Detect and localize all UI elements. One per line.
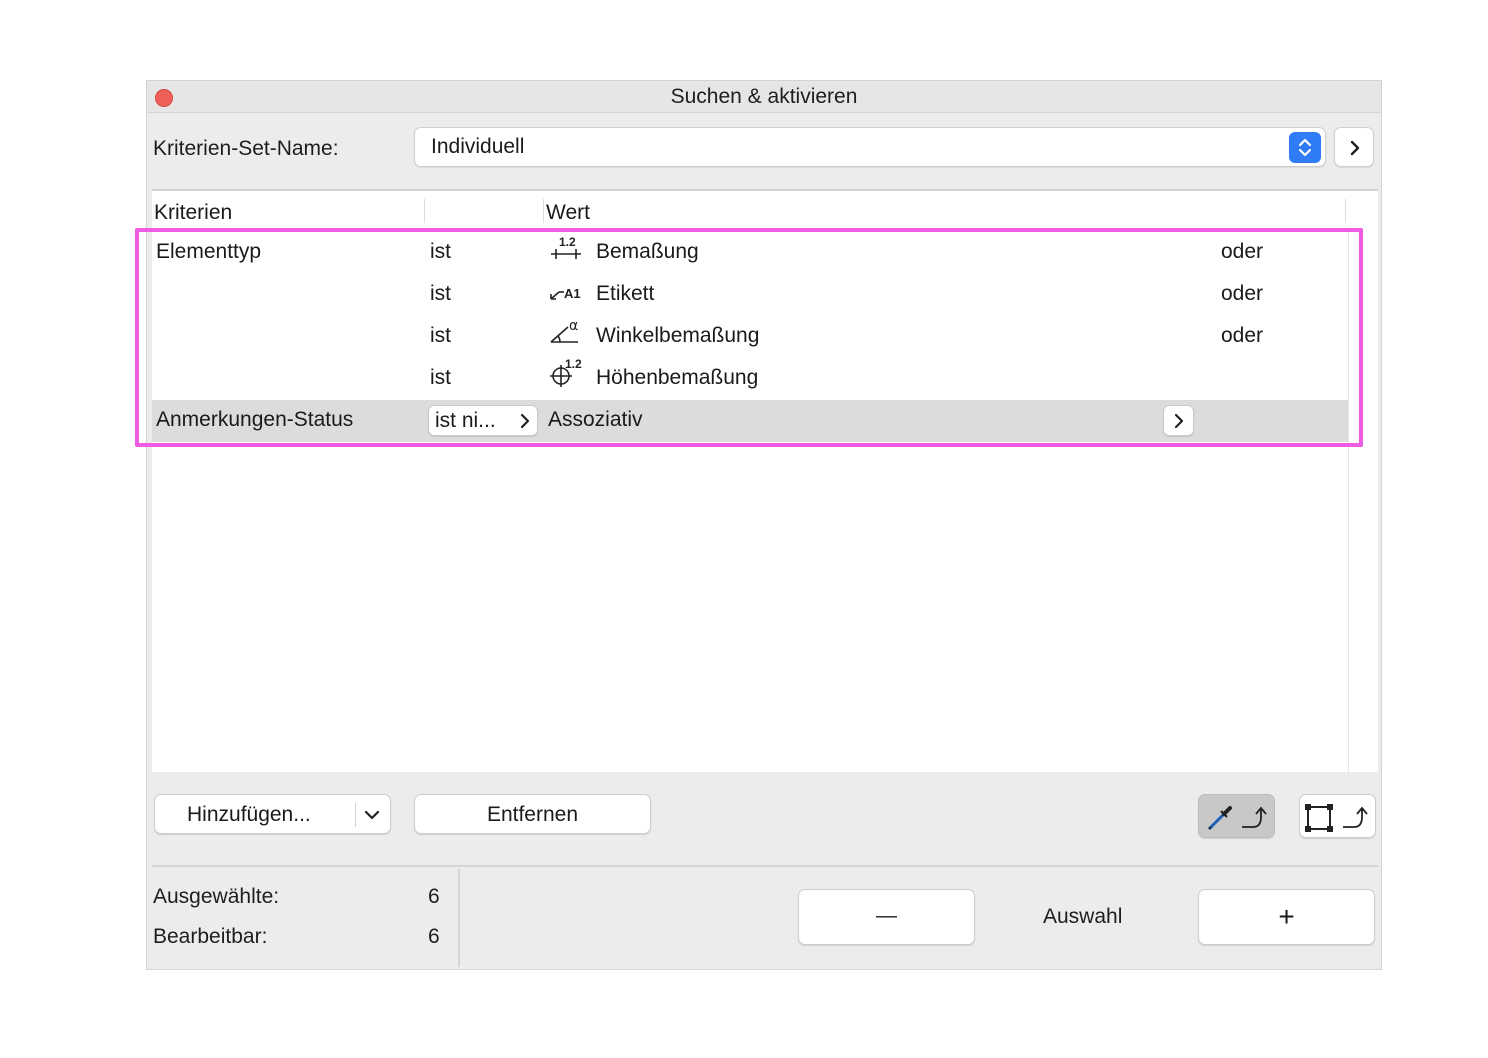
selection-label: Auswahl — [1043, 905, 1123, 928]
criteria-set-label: Kriterien-Set-Name: — [153, 137, 339, 160]
selected-count-value: 6 — [428, 885, 440, 908]
selected-count-label: Ausgewählte: — [153, 885, 280, 908]
editable-count-label: Bearbeitbar: — [153, 925, 268, 948]
criteria-set-menu-button[interactable] — [1334, 127, 1374, 167]
remove-button-label: Entfernen — [486, 803, 579, 826]
find-select-window: Suchen & aktivieren Kriterien-Set-Name: … — [146, 80, 1382, 970]
criteria-set-value: Individuell — [431, 135, 525, 158]
marquee-icon — [1305, 804, 1333, 832]
table-header: Kriterien Wert — [152, 191, 1378, 227]
chevron-right-icon — [1350, 140, 1360, 156]
stats-divider — [458, 869, 460, 967]
highlight-annotation — [135, 228, 1363, 447]
plus-icon: + — [1278, 901, 1295, 932]
curved-arrow-icon — [1242, 806, 1267, 828]
curved-arrow-icon — [1343, 806, 1368, 828]
split-divider — [355, 803, 356, 827]
chevron-down-icon[interactable] — [363, 808, 381, 822]
column-separator — [1345, 199, 1346, 223]
column-separator — [543, 199, 544, 223]
marquee-select-button[interactable] — [1299, 794, 1376, 838]
add-button-label: Hinzufügen... — [187, 803, 311, 826]
updown-chevron-icon[interactable] — [1289, 132, 1321, 163]
window-title: Suchen & aktivieren — [670, 85, 858, 108]
select-button[interactable]: + — [1198, 889, 1375, 945]
column-header-criteria[interactable]: Kriterien — [154, 201, 232, 225]
column-header-value[interactable]: Wert — [546, 201, 590, 225]
deselect-button[interactable]: — — [798, 889, 975, 945]
minus-icon: — — [876, 904, 897, 927]
editable-count-value: 6 — [428, 925, 440, 948]
add-criterion-button[interactable]: Hinzufügen... — [154, 794, 391, 834]
title-bar: Suchen & aktivieren — [147, 81, 1381, 113]
footer-divider — [152, 865, 1378, 867]
criteria-set-dropdown[interactable]: Individuell — [414, 127, 1326, 167]
remove-criterion-button[interactable]: Entfernen — [414, 794, 651, 834]
eyedropper-pick-button[interactable] — [1198, 794, 1275, 838]
column-separator — [424, 199, 425, 223]
eyedropper-icon — [1207, 806, 1232, 831]
